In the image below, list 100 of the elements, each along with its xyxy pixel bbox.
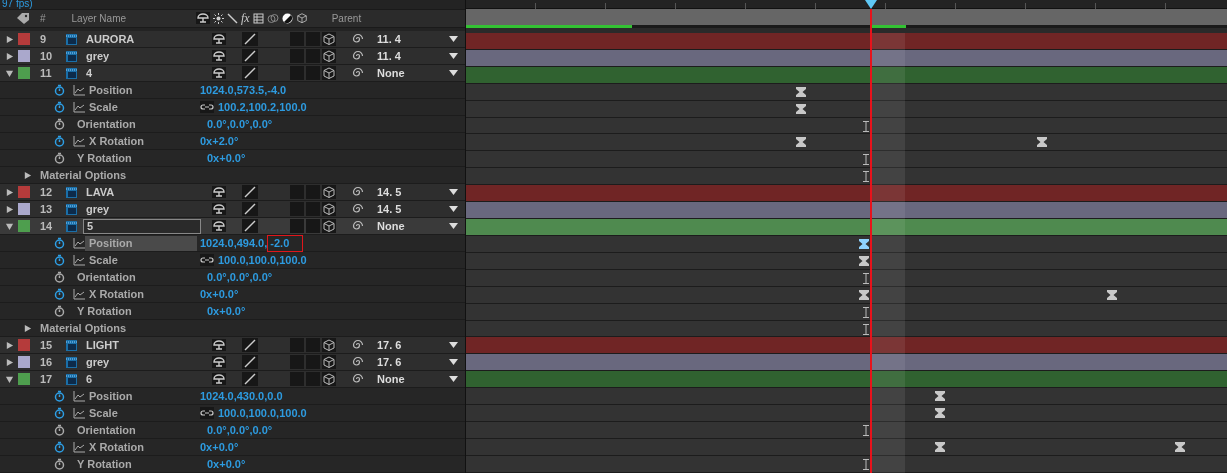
property-value[interactable]: 0.0°,0.0°,0.0° — [207, 115, 273, 133]
parent-dropdown[interactable]: None — [370, 371, 462, 387]
quality-switch-icon[interactable] — [242, 32, 258, 46]
3d-layer-icon[interactable] — [322, 338, 336, 352]
property-value[interactable]: 0x+0.0° — [207, 149, 246, 167]
parent-dropdown[interactable]: 17. 6 — [370, 354, 462, 370]
stopwatch-icon[interactable] — [54, 424, 65, 436]
label-color-swatch[interactable] — [18, 33, 30, 45]
property-value[interactable]: 0.0°,0.0°,0.0° — [207, 421, 273, 439]
link-icon[interactable] — [200, 101, 214, 113]
property-group-name[interactable]: Material Options — [40, 319, 127, 337]
keyframe-icon[interactable] — [935, 442, 945, 452]
stopwatch-icon[interactable] — [54, 101, 65, 113]
property-name[interactable]: Orientation — [73, 269, 204, 285]
layer-bar[interactable] — [466, 219, 1227, 236]
property-value[interactable]: 100.2,100.2,100.0 — [218, 98, 307, 116]
property-name[interactable]: Y Rotation — [73, 303, 204, 319]
caret-down-icon[interactable] — [4, 221, 14, 231]
stopwatch-icon[interactable] — [54, 407, 65, 419]
layer-bar[interactable] — [466, 185, 1227, 203]
property-name[interactable]: Y Rotation — [73, 150, 204, 166]
layer-name[interactable]: grey — [83, 355, 113, 369]
parent-dropdown[interactable]: 11. 4 — [370, 31, 462, 47]
keyframe-icon[interactable] — [859, 255, 869, 266]
graph-icon[interactable] — [73, 237, 85, 249]
quality-switch-icon[interactable] — [242, 66, 258, 80]
label-color-swatch[interactable] — [18, 186, 30, 198]
graph-icon[interactable] — [73, 390, 85, 402]
3d-layer-icon[interactable] — [322, 32, 336, 46]
layer-name[interactable]: grey — [83, 49, 113, 63]
stopwatch-icon[interactable] — [54, 271, 65, 283]
property-value[interactable]: 0.0°,0.0°,0.0° — [207, 268, 273, 286]
graph-icon[interactable] — [73, 441, 85, 453]
parent-dropdown[interactable]: 14. 5 — [370, 184, 462, 200]
graph-icon[interactable] — [73, 254, 85, 266]
quality-switch-icon[interactable] — [242, 49, 258, 63]
3d-layer-icon[interactable] — [322, 66, 336, 80]
label-color-swatch[interactable] — [18, 67, 30, 79]
3d-layer-icon[interactable] — [322, 372, 336, 386]
label-color-swatch[interactable] — [18, 339, 30, 351]
link-icon[interactable] — [200, 254, 214, 266]
switch-box[interactable] — [306, 219, 320, 233]
keyframe-icon[interactable] — [859, 289, 869, 300]
3d-layer-icon[interactable] — [322, 185, 336, 199]
layer-bar[interactable] — [466, 354, 1227, 372]
property-value[interactable]: 1024.0,494.0, — [200, 234, 268, 252]
quality-switch-icon[interactable] — [242, 338, 258, 352]
highlighted-value[interactable]: -2.0 — [267, 234, 304, 252]
property-name[interactable]: X Rotation — [85, 439, 197, 455]
keyframe-icon[interactable] — [935, 408, 945, 419]
label-color-swatch[interactable] — [18, 356, 30, 368]
graph-icon[interactable] — [73, 288, 85, 300]
keyframe-icon[interactable] — [796, 103, 806, 114]
parent-dropdown[interactable]: 17. 6 — [370, 337, 462, 353]
property-value[interactable]: 0x+0.0° — [200, 285, 239, 303]
3d-layer-icon[interactable] — [322, 219, 336, 233]
switch-box[interactable] — [290, 219, 304, 233]
property-name[interactable]: Scale — [85, 405, 197, 421]
stopwatch-icon[interactable] — [54, 305, 65, 317]
parent-dropdown[interactable]: 11. 4 — [370, 48, 462, 64]
keyframe-icon[interactable] — [859, 238, 869, 249]
parent-dropdown[interactable]: None — [370, 218, 462, 234]
property-name[interactable]: X Rotation — [85, 286, 197, 302]
layer-name[interactable]: AURORA — [83, 32, 138, 46]
3d-layer-icon[interactable] — [322, 49, 336, 63]
property-name[interactable]: Position — [85, 82, 197, 98]
quality-switch-icon[interactable] — [242, 219, 258, 233]
property-name[interactable]: Scale — [85, 252, 197, 268]
property-name[interactable]: X Rotation — [85, 133, 197, 149]
stopwatch-icon[interactable] — [54, 237, 65, 249]
property-value[interactable]: 100.0,100.0,100.0 — [218, 404, 307, 422]
graph-icon[interactable] — [73, 135, 85, 147]
quality-switch-icon[interactable] — [242, 185, 258, 199]
layer-bar[interactable] — [466, 202, 1227, 220]
3d-layer-icon[interactable] — [322, 202, 336, 216]
graph-icon[interactable] — [73, 407, 85, 419]
layer-name[interactable]: grey — [83, 202, 113, 216]
layer-name[interactable]: 4 — [83, 66, 96, 80]
stopwatch-icon[interactable] — [54, 458, 65, 470]
parent-dropdown[interactable]: 14. 5 — [370, 201, 462, 217]
caret-down-icon[interactable] — [4, 68, 14, 78]
layer-name[interactable]: 6 — [83, 372, 96, 386]
property-value[interactable]: 1024.0,430.0,0.0 — [200, 387, 283, 405]
stopwatch-icon[interactable] — [54, 152, 65, 164]
keyframe-icon[interactable] — [935, 391, 945, 402]
layer-name[interactable]: LIGHT — [83, 338, 122, 352]
quality-switch-icon[interactable] — [242, 355, 258, 369]
property-value[interactable]: 100.0,100.0,100.0 — [218, 251, 307, 269]
property-value[interactable]: 0x+0.0° — [207, 302, 246, 320]
keyframe-icon[interactable] — [796, 86, 806, 97]
label-color-swatch[interactable] — [18, 220, 30, 232]
property-group-name[interactable]: Material Options — [40, 166, 127, 184]
layer-bar[interactable] — [466, 337, 1227, 355]
keyframe-icon[interactable] — [796, 137, 806, 148]
stopwatch-icon[interactable] — [54, 390, 65, 402]
property-value[interactable]: 0x+0.0° — [200, 438, 239, 456]
property-name[interactable]: Scale — [85, 99, 197, 115]
stopwatch-icon[interactable] — [54, 254, 65, 266]
graph-icon[interactable] — [73, 101, 85, 113]
property-value[interactable]: 1024.0,573.5,-4.0 — [200, 81, 287, 99]
